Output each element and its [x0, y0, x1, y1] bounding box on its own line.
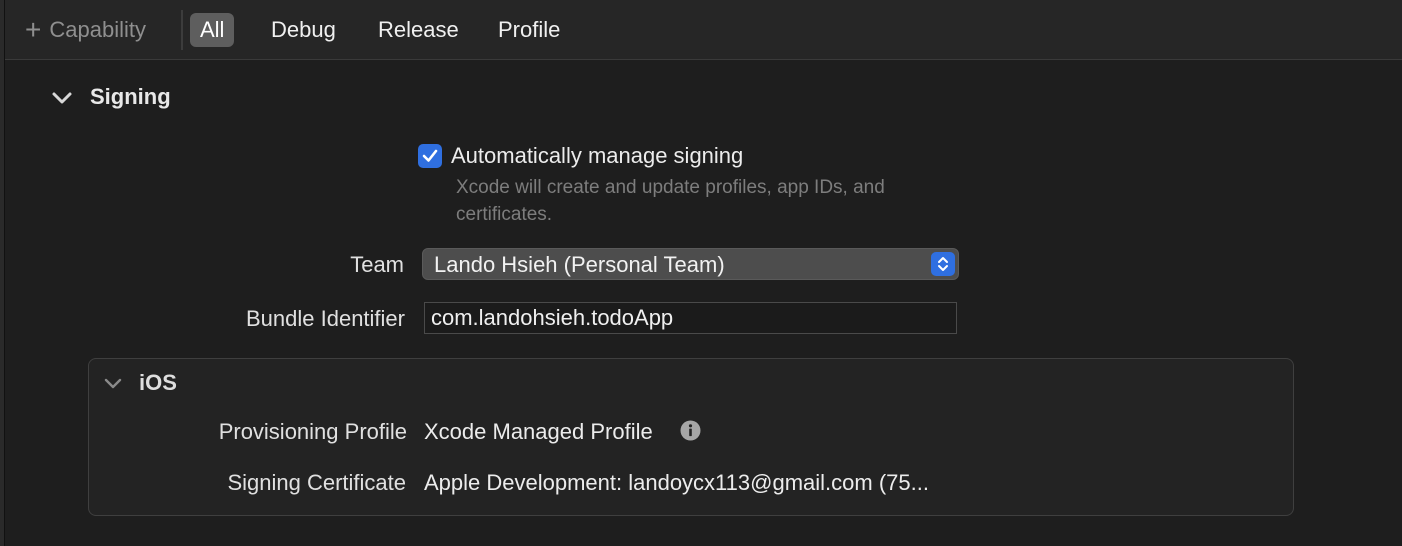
bundle-identifier-label: Bundle Identifier	[246, 306, 405, 331]
window-left-edge	[0, 0, 5, 546]
signing-certificate-label: Signing Certificate	[227, 470, 406, 495]
add-capability-label: Capability	[49, 17, 146, 42]
provisioning-profile-label: Provisioning Profile	[218, 419, 407, 444]
toolbar-separator	[181, 10, 183, 50]
team-popup-button[interactable]: Lando Hsieh (Personal Team)	[422, 248, 959, 280]
help-text-line-2: certificates.	[456, 204, 553, 225]
tab-all[interactable]: All	[190, 13, 235, 47]
tab-profile[interactable]: Profile	[488, 13, 570, 47]
team-selected-value: Lando Hsieh (Personal Team)	[434, 252, 725, 277]
help-text-line-1: Xcode will create and update profiles, a…	[456, 177, 885, 198]
add-capability-button[interactable]: + Capability	[25, 14, 146, 46]
updown-arrows-icon	[931, 252, 955, 276]
auto-manage-signing-label[interactable]: Automatically manage signing	[451, 143, 743, 169]
chevron-down-icon[interactable]	[102, 373, 124, 393]
plus-icon: +	[25, 14, 42, 45]
ios-group-title: iOS	[139, 370, 177, 395]
tab-release[interactable]: Release	[368, 13, 469, 47]
chevron-down-icon[interactable]	[50, 88, 74, 108]
bundle-identifier-field[interactable]	[424, 302, 957, 334]
provisioning-profile-value: Xcode Managed Profile	[424, 419, 653, 444]
capabilities-toolbar: + Capability All Debug Release Profile	[5, 0, 1402, 60]
bundle-identifier-input[interactable]	[425, 303, 956, 333]
auto-manage-help-text: Xcode will create and update profiles, a…	[456, 174, 976, 228]
team-label: Team	[350, 252, 404, 277]
signing-certificate-value: Apple Development: landoycx113@gmail.com…	[424, 470, 929, 495]
info-icon[interactable]	[680, 420, 701, 441]
auto-manage-signing-checkbox[interactable]	[418, 144, 442, 168]
signing-section-title: Signing	[90, 84, 171, 109]
tab-debug[interactable]: Debug	[261, 13, 346, 47]
checkmark-icon	[422, 149, 438, 162]
